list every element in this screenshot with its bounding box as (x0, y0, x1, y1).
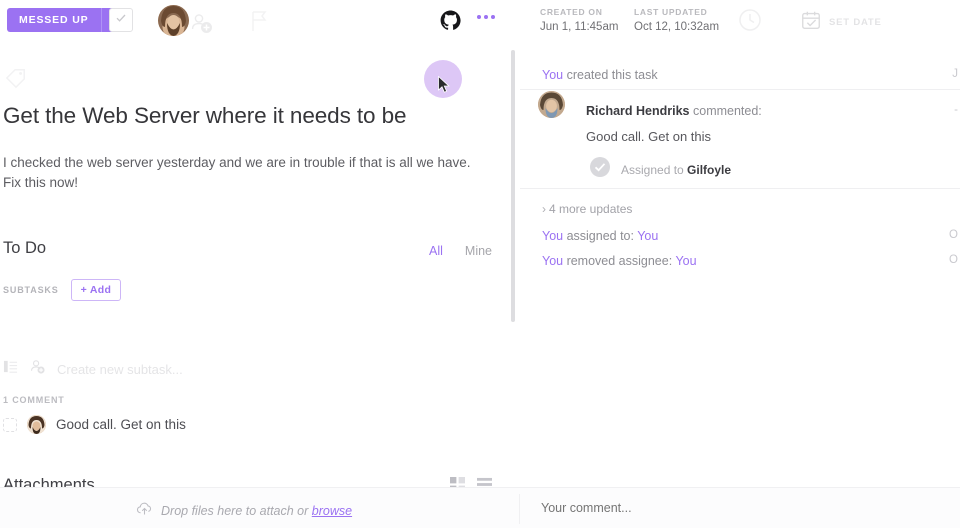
list-item[interactable]: Good call. Get on this (3, 415, 186, 434)
comment-text: Good call. Get on this (56, 417, 186, 432)
activity-timestamp: J (952, 68, 958, 80)
created-on-label: CREATED ON (540, 7, 603, 17)
last-updated-label: LAST UPDATED (634, 7, 708, 17)
comment-verb: commented: (693, 104, 762, 118)
ellipsis-icon[interactable] (477, 15, 495, 19)
attachments-heading: Attachments (3, 476, 95, 487)
created-on-value: Jun 1, 11:45am (540, 21, 619, 33)
create-subtask-placeholder: Create new subtask... (57, 361, 183, 377)
status-badge: Assigned to Gilfoyle (590, 157, 731, 182)
todo-heading: To Do (3, 239, 47, 257)
task-status-control[interactable]: MESSED UP (7, 8, 121, 32)
avatar[interactable] (158, 5, 189, 36)
avatar (27, 415, 46, 434)
comment-body: Good call. Get on this (586, 129, 712, 144)
browse-link[interactable]: browse (312, 504, 352, 518)
scrollbar[interactable] (511, 50, 515, 322)
more-updates-toggle[interactable]: › 4 more updates (542, 202, 632, 216)
flag-icon[interactable] (245, 7, 273, 35)
avatar[interactable] (538, 91, 565, 118)
tag-icon[interactable] (5, 67, 27, 89)
created-on-meta: CREATED ON Jun 1, 11:45am (540, 7, 618, 33)
status-badge[interactable]: MESSED UP (7, 8, 101, 32)
add-subtask-button[interactable]: + Add (70, 279, 122, 301)
activity-text: created this task (566, 68, 658, 82)
github-icon[interactable] (440, 10, 461, 31)
list-icon (3, 359, 18, 379)
page-title[interactable]: Get the Web Server where it needs to be (3, 102, 473, 130)
subtasks-row: SUBTASKS + Add (3, 279, 122, 301)
activity-comment-header: Richard Hendriks commented: (586, 104, 762, 118)
comment-input[interactable] (541, 501, 921, 515)
task-main-pane: Get the Web Server where it needs to be … (0, 47, 513, 487)
bottom-bar: Drop files here to attach or browse (0, 487, 960, 528)
assignee-name: Gilfoyle (687, 162, 732, 177)
add-person-icon (29, 358, 46, 380)
assigned-prefix: Assigned to (621, 162, 688, 177)
comment-author: Richard Hendriks (586, 104, 690, 118)
last-updated-meta: LAST UPDATED Oct 12, 10:32am (634, 7, 719, 33)
activity-text: assigned to: (563, 229, 638, 243)
todo-filter-all[interactable]: All (429, 244, 443, 258)
activity-actor: You (542, 68, 564, 82)
cloud-upload-icon (136, 500, 153, 522)
top-toolbar: MESSED UP CREATED ON Jun 1, 11:45am LAST… (0, 0, 960, 47)
activity-timestamp: O (949, 229, 958, 241)
activity-created-entry: You created this task (542, 68, 658, 82)
set-date-button[interactable]: SET DATE (800, 9, 882, 36)
activity-actor: You (542, 229, 564, 243)
task-detail-screen: MESSED UP CREATED ON Jun 1, 11:45am LAST… (0, 0, 960, 528)
chevron-right-icon: › (542, 202, 546, 216)
dropzone-text: Drop files here to attach or browse (161, 504, 352, 518)
add-assignee-button[interactable] (190, 11, 214, 35)
activity-target: You (637, 229, 659, 243)
activity-timestamp: O (949, 254, 958, 266)
more-updates-label: 4 more updates (549, 202, 633, 216)
assigned-text: Assigned to Gilfoyle (621, 163, 731, 177)
attachments-view-toggle (450, 477, 492, 487)
grid-view-icon[interactable] (450, 477, 465, 487)
activity-pane: You created this task J Richard Hendriks… (520, 47, 960, 487)
activity-entry: You assigned to: You (542, 229, 658, 243)
dropzone-label: Drop files here to attach or (161, 504, 312, 518)
divider (520, 188, 960, 189)
activity-entry: You removed assignee: You (542, 254, 697, 268)
clock-icon[interactable] (735, 5, 765, 35)
check-circle-icon (590, 157, 610, 182)
checkbox-icon[interactable] (3, 417, 17, 432)
divider (520, 89, 960, 90)
activity-target: You (675, 254, 697, 268)
create-subtask-row[interactable]: Create new subtask... (3, 358, 183, 380)
set-date-label: SET DATE (829, 17, 882, 28)
subtasks-label: SUBTASKS (3, 285, 59, 295)
complete-task-button[interactable] (109, 8, 133, 32)
calendar-icon (800, 9, 822, 36)
todo-filter-group: All Mine (429, 244, 492, 258)
task-description[interactable]: I checked the web server yesterday and w… (3, 153, 485, 192)
last-updated-value: Oct 12, 10:32am (634, 21, 720, 33)
activity-actor: You (542, 254, 564, 268)
list-view-icon[interactable] (477, 477, 492, 487)
comment-count-label: 1 COMMENT (3, 395, 65, 405)
divider (519, 494, 520, 524)
todo-filter-mine[interactable]: Mine (465, 244, 492, 258)
checkmark-icon (115, 11, 127, 29)
activity-text: removed assignee: (563, 254, 676, 268)
file-dropzone[interactable]: Drop files here to attach or browse (136, 500, 352, 522)
activity-timestamp: - (954, 104, 958, 116)
